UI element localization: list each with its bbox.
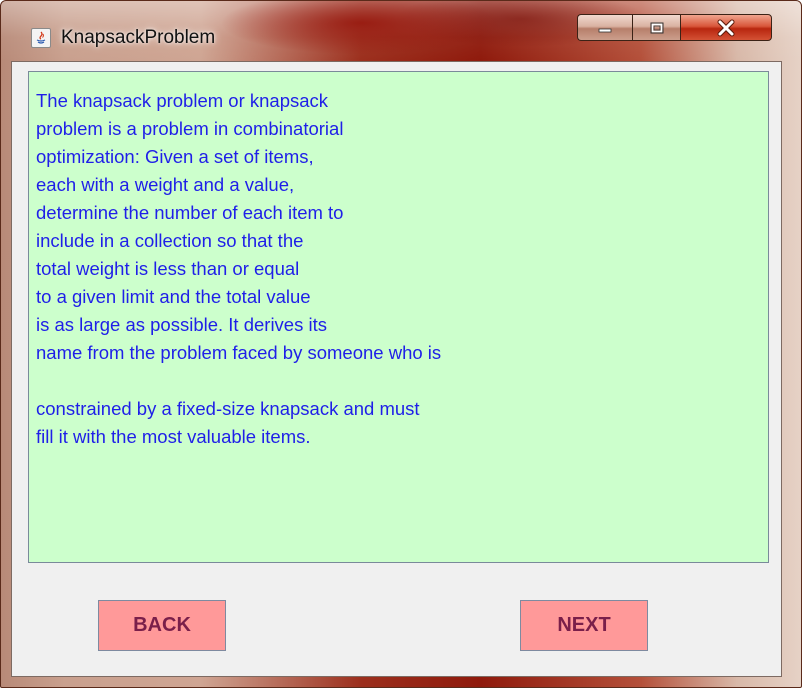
description-line: determine the number of each item to [36,202,344,223]
description-line [36,367,441,395]
description-text-area[interactable]: The knapsack problem or knapsack problem … [28,71,769,563]
description-line: problem is a problem in combinatorial [36,118,344,139]
minimize-icon [598,28,612,32]
description-line: total weight is less than or equal [36,258,300,279]
window-controls [577,14,772,42]
description-line: include in a collection so that the [36,230,304,251]
description-line: name from the problem faced by someone w… [36,342,442,363]
maximize-button[interactable] [632,14,680,41]
next-button[interactable]: NEXT [520,600,648,651]
description-line: each with a weight and a value, [36,174,295,195]
description-line: constrained by a fixed-size knapsack and… [36,398,420,419]
description-line: optimization: Given a set of items, [36,146,314,167]
app-window: KnapsackProblem The knapsack problem or … [0,0,802,688]
maximize-icon [650,22,663,33]
minimize-button[interactable] [577,14,632,41]
description-text: The knapsack problem or knapsack problem … [36,87,441,451]
close-icon [717,19,735,36]
back-button[interactable]: BACK [98,600,226,651]
content-pane: The knapsack problem or knapsack problem … [11,61,782,677]
java-app-icon [31,28,51,48]
description-line: The knapsack problem or knapsack [36,90,329,111]
close-button[interactable] [680,14,772,41]
title-bar[interactable]: KnapsackProblem [1,1,801,61]
description-line: to a given limit and the total value [36,286,311,307]
description-line: fill it with the most valuable items. [36,426,311,447]
description-line: is as large as possible. It derives its [36,314,327,335]
window-title: KnapsackProblem [61,27,216,48]
